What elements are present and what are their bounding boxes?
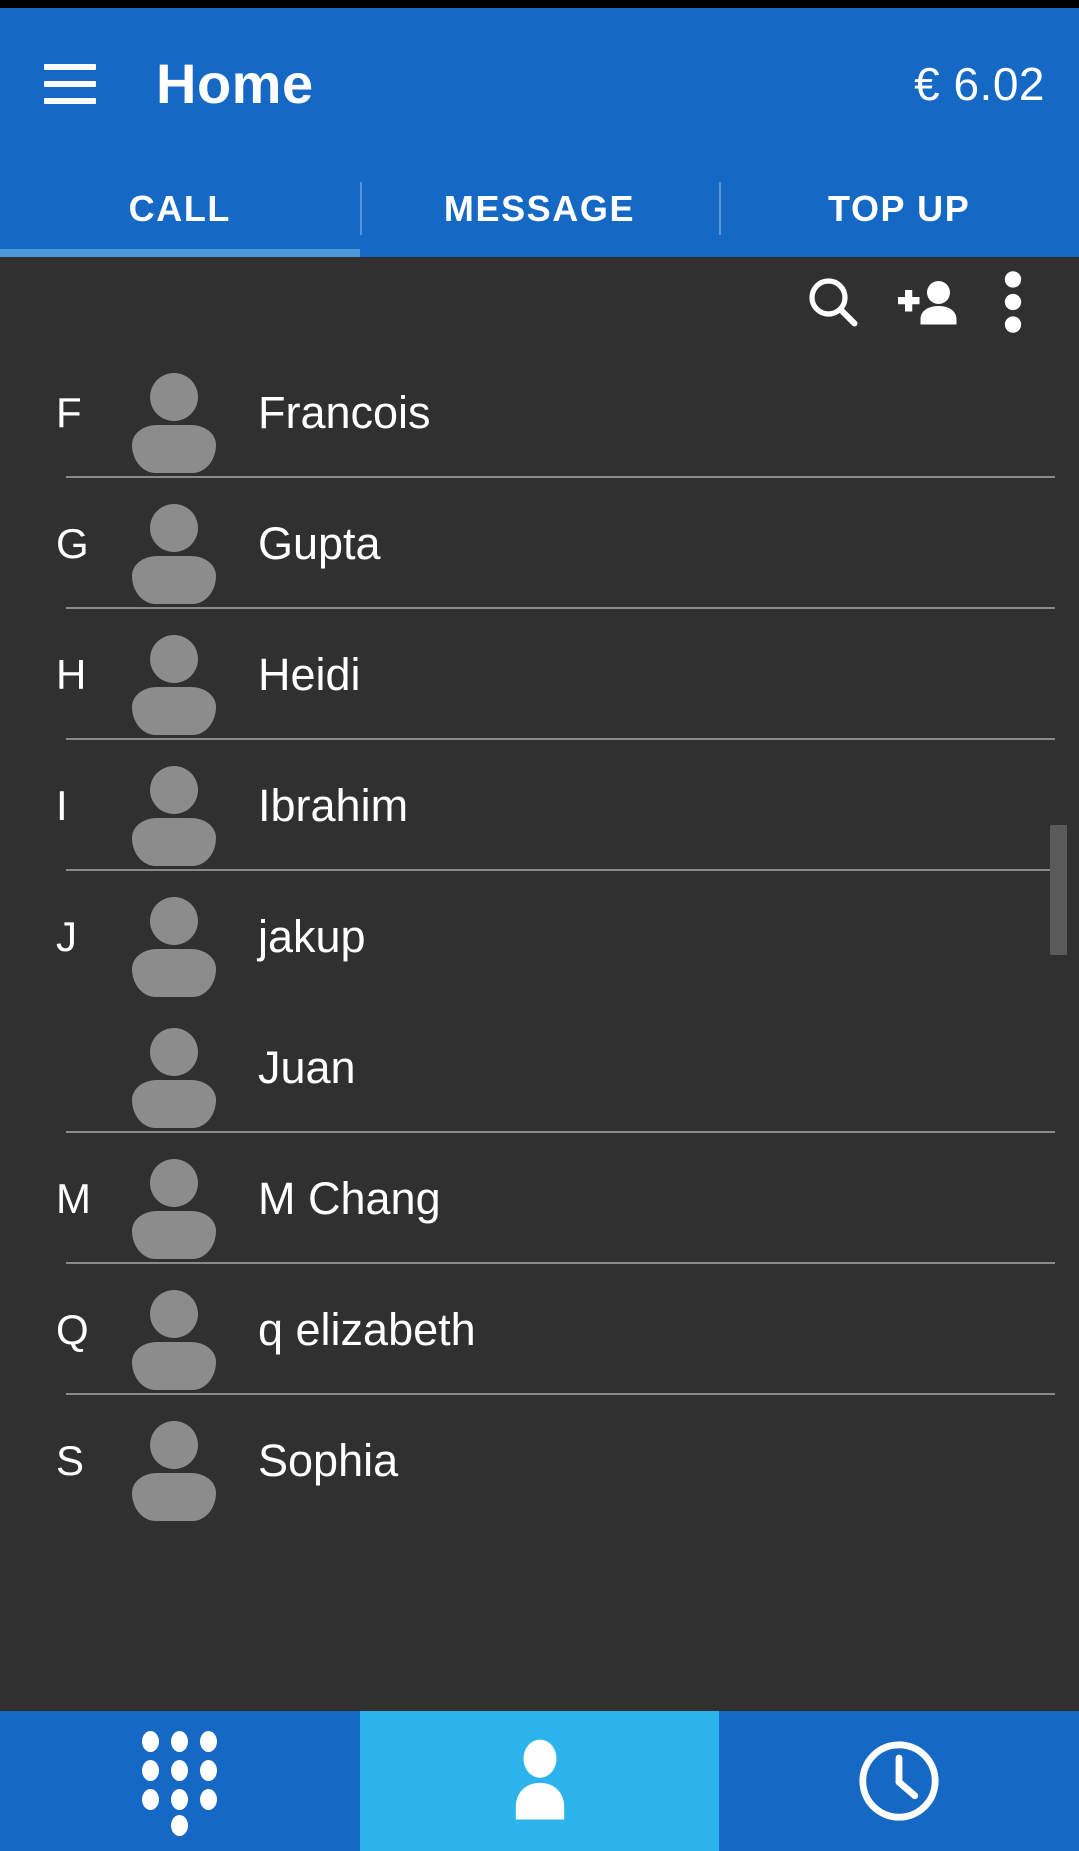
avatar — [132, 764, 216, 866]
tab-topup-label: TOP UP — [828, 187, 971, 229]
table-row[interactable]: H Heidi — [0, 609, 1079, 740]
section-letter: H — [56, 650, 87, 698]
nav-item-dialpad[interactable] — [0, 1711, 360, 1851]
tab-call[interactable]: CALL — [0, 160, 360, 257]
table-row[interactable]: Q q elizabeth — [0, 1264, 1079, 1395]
tab-message-label: MESSAGE — [443, 187, 636, 229]
dialpad-icon — [138, 1727, 222, 1836]
contact-name: Francois — [258, 387, 431, 438]
avatar — [132, 895, 216, 997]
section-letter: G — [56, 519, 89, 567]
avatar — [132, 1419, 216, 1521]
section-letter: S — [56, 1436, 85, 1484]
add-contact-icon[interactable] — [881, 257, 977, 347]
recents-clock-icon — [859, 1741, 939, 1821]
table-row[interactable]: S Sophia — [0, 1395, 1079, 1526]
section-letter: M — [56, 1174, 91, 1222]
table-row[interactable]: I Ibrahim — [0, 740, 1079, 871]
section-letter: Q — [56, 1305, 89, 1353]
table-row[interactable]: J jakup — [0, 871, 1079, 1002]
page-title: Home — [156, 52, 314, 115]
avatar — [132, 1026, 216, 1128]
tab-message[interactable]: MESSAGE — [359, 160, 720, 257]
hamburger-menu-icon[interactable] — [44, 64, 96, 104]
contact-name: Sophia — [258, 1435, 399, 1486]
section-letter: I — [56, 781, 68, 829]
contact-name: Gupta — [258, 518, 381, 569]
tab-active-indicator — [0, 249, 360, 257]
avatar — [132, 1288, 216, 1390]
nav-item-contacts[interactable] — [359, 1711, 720, 1851]
tab-call-label: CALL — [128, 187, 232, 229]
account-balance: € 6.02 — [914, 58, 1045, 110]
tab-topup[interactable]: TOP UP — [719, 160, 1079, 257]
bottom-navigation — [0, 1711, 1079, 1851]
nav-item-recents[interactable] — [719, 1711, 1079, 1851]
contacts-icon — [515, 1739, 564, 1820]
app-bar: Home € 6.02 — [0, 8, 1079, 160]
section-letter: F — [56, 388, 82, 436]
contact-name: Heidi — [258, 649, 361, 700]
status-strip — [0, 0, 1079, 8]
table-row[interactable]: Juan — [0, 1002, 1079, 1133]
avatar — [132, 371, 216, 473]
contact-name: q elizabeth — [258, 1304, 476, 1355]
contact-name: Ibrahim — [258, 780, 409, 831]
overflow-menu-icon[interactable] — [977, 257, 1049, 347]
avatar — [132, 1157, 216, 1259]
avatar — [132, 502, 216, 604]
search-icon[interactable] — [785, 257, 881, 347]
contact-list: F Francois G Gupta H Heidi I Ibrahim J j… — [0, 347, 1079, 1526]
contacts-content: F Francois G Gupta H Heidi I Ibrahim J j… — [0, 257, 1079, 1711]
scrollbar-thumb[interactable] — [1050, 825, 1067, 955]
contact-name: Juan — [258, 1042, 356, 1093]
avatar — [132, 633, 216, 735]
contact-name: jakup — [258, 911, 366, 962]
table-row[interactable]: G Gupta — [0, 478, 1079, 609]
table-row[interactable]: M M Chang — [0, 1133, 1079, 1264]
contact-name: M Chang — [258, 1173, 441, 1224]
tab-bar: CALL MESSAGE TOP UP — [0, 160, 1079, 257]
table-row[interactable]: F Francois — [0, 347, 1079, 478]
section-letter: J — [56, 912, 77, 960]
contacts-action-bar — [0, 257, 1079, 347]
